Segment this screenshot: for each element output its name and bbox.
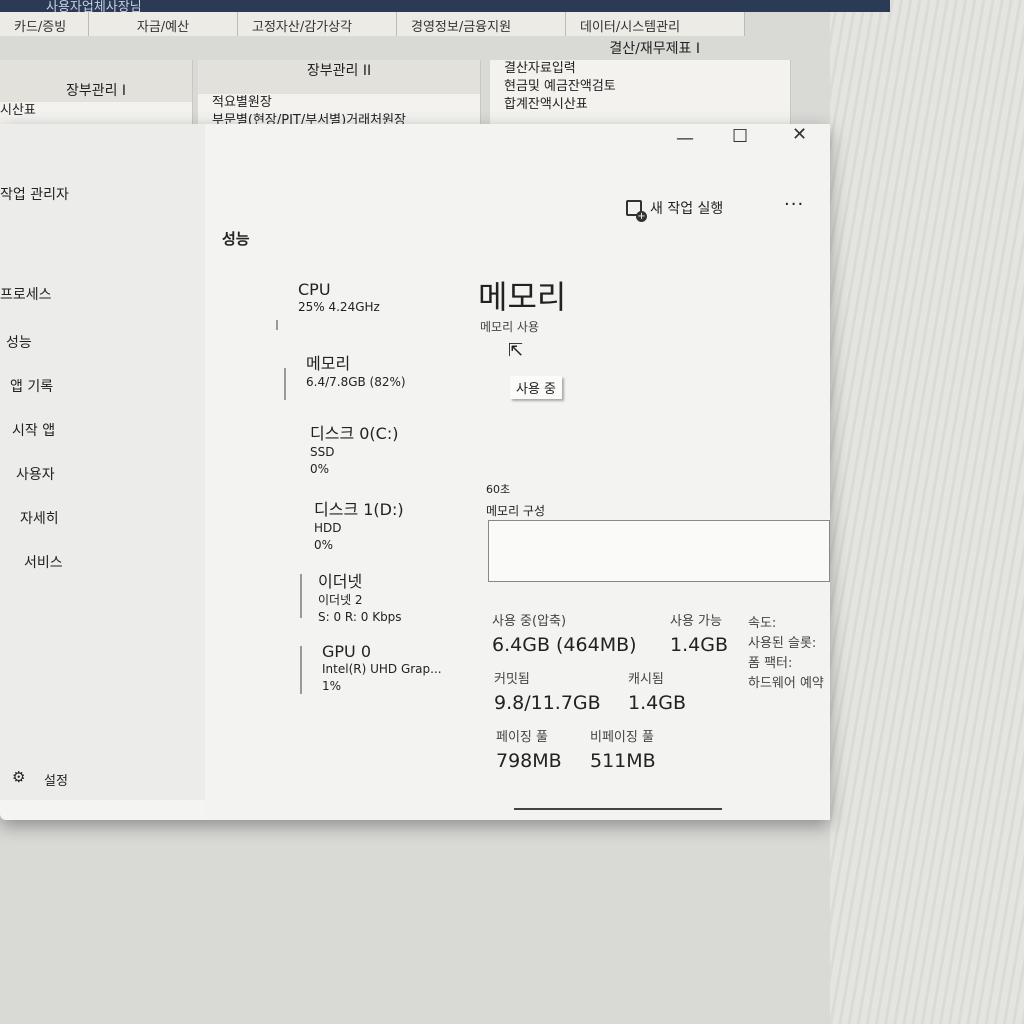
cpu-sparkline: [276, 320, 278, 330]
nav-app-history[interactable]: 앱 기록: [10, 376, 53, 396]
paged-pool-label: 페이징 풀: [496, 730, 548, 745]
bg-menu-tabs: 카드/증빙 자금/예산 고정자산/감가상각 경영정보/금융지원 데이터/시스템관…: [0, 12, 830, 36]
resource-name: 디스크 1(D:): [314, 500, 404, 519]
graph-time-label: 60초: [486, 483, 511, 496]
resource-disk-d[interactable]: 디스크 1(D:) HDD 0%: [314, 496, 404, 554]
nonpaged-pool-label: 비페이징 풀: [590, 730, 654, 745]
run-new-task-button[interactable]: 새 작업 실행: [626, 198, 724, 222]
resource-name: GPU 0: [322, 642, 372, 661]
section-title: 성능: [222, 230, 250, 248]
horizontal-scrollbar[interactable]: [514, 808, 722, 810]
hardware-reserved-label: 하드웨어 예약: [748, 676, 824, 691]
resource-detail: 6.4/7.8GB (82%): [306, 375, 406, 389]
gpu-sparkline: [300, 646, 302, 694]
available-value: 1.4GB: [670, 634, 728, 656]
memory-composition-label: 메모리 구성: [486, 504, 546, 518]
bg-panels: 장부관리 I 시산표 장부관리 II 적요별원장 부문별(현장/PJT/부서별)…: [0, 41, 830, 130]
bg-tab-fund[interactable]: 자금/예산: [89, 12, 238, 36]
memory-composition-bar: [488, 520, 830, 582]
resource-detail: SSD: [310, 445, 335, 459]
bg-tab-asset[interactable]: 고정자산/감가상각: [238, 12, 397, 36]
bg-panel-item[interactable]: 결산자료입력: [490, 60, 790, 78]
maximize-button[interactable]: ☐: [732, 126, 748, 147]
bg-panel-header: 결산/재무제표 I: [609, 41, 700, 57]
bg-panel-closing: 결산/재무제표 I 결산자료입력 현금및 예금잔액검토 합계잔액시산표: [490, 41, 791, 130]
nav-users[interactable]: 사용자: [16, 464, 55, 484]
nav-services[interactable]: 서비스: [24, 552, 63, 572]
nav-performance[interactable]: 성능: [6, 332, 32, 352]
close-button[interactable]: ✕: [792, 124, 807, 145]
committed-value: 9.8/11.7GB: [494, 692, 601, 714]
paged-pool-value: 798MB: [496, 750, 562, 772]
resource-name: 디스크 0(C:): [310, 424, 399, 443]
ethernet-sparkline: [300, 574, 302, 618]
monitor-moire-area: [830, 0, 1024, 1024]
bg-panel-item[interactable]: 현금및 예금잔액검토: [490, 78, 790, 96]
more-options-icon[interactable]: ···: [784, 194, 804, 215]
resource-cpu[interactable]: CPU 25% 4.24GHz: [298, 280, 380, 316]
resource-gpu[interactable]: GPU 0 Intel(R) UHD Grap... 1%: [322, 642, 442, 695]
resource-name: 메모리: [306, 354, 351, 373]
mouse-cursor-icon: ⇱: [508, 340, 524, 361]
memory-usage-label: 메모리 사용: [480, 320, 540, 334]
memory-heading: 메모리: [478, 278, 567, 316]
bg-panel-ledger2: 장부관리 II 적요별원장 부문별(현장/PJT/부서별)거래처원장: [198, 60, 481, 130]
nonpaged-pool-value: 511MB: [590, 750, 656, 772]
performance-content: [205, 124, 830, 820]
resource-usage: 0%: [314, 538, 334, 552]
resource-name: 이더넷: [318, 572, 363, 591]
settings-link[interactable]: 설정: [44, 770, 68, 789]
bg-tab-card[interactable]: 카드/증빙: [0, 12, 89, 36]
bg-title-bar: 사용자업체사장님: [0, 0, 890, 15]
gear-icon[interactable]: ⚙: [12, 768, 25, 786]
nav-startup-apps[interactable]: 시작 앱: [12, 420, 55, 440]
resource-detail: Intel(R) UHD Grap...: [322, 662, 442, 676]
task-manager-window: 작업 관리자 프로세스 성능 앱 기록 시작 앱 사용자 자세히 서비스 ⚙ 설…: [0, 124, 830, 820]
committed-label: 커밋됨: [494, 672, 530, 687]
app-title: 작업 관리자: [0, 187, 69, 203]
resource-name: CPU: [298, 280, 331, 299]
bg-panel-header: 장부관리 II: [198, 60, 480, 94]
bg-tab-mgmt[interactable]: 경영정보/금융지원: [397, 12, 566, 36]
speed-label: 속도:: [748, 616, 777, 631]
run-new-task-label: 새 작업 실행: [650, 201, 724, 217]
form-factor-label: 폼 팩터:: [748, 656, 793, 671]
bg-panel-item[interactable]: 합계잔액시산표: [490, 96, 790, 114]
cached-label: 캐시됨: [628, 672, 664, 687]
bg-panel-ledger1: 장부관리 I 시산표: [0, 60, 193, 130]
minimize-button[interactable]: —: [676, 128, 694, 149]
slots-label: 사용된 슬롯:: [748, 636, 817, 651]
resource-throughput: S: 0 R: 0 Kbps: [318, 610, 402, 624]
in-use-value: 6.4GB (464MB): [492, 634, 637, 656]
resource-usage: 1%: [322, 679, 342, 693]
resource-usage: 0%: [310, 462, 330, 476]
bg-panel-header: 장부관리 I: [0, 60, 192, 102]
bg-panel-item[interactable]: 적요별원장: [198, 94, 480, 112]
resource-detail: 25% 4.24GHz: [298, 300, 380, 314]
nav-details[interactable]: 자세히: [20, 508, 59, 528]
available-label: 사용 가능: [670, 614, 722, 629]
resource-detail: 이더넷 2: [318, 593, 363, 607]
resource-detail: HDD: [314, 521, 342, 535]
nav-processes[interactable]: 프로세스: [0, 284, 52, 304]
in-use-label: 사용 중(압축): [492, 614, 567, 629]
new-task-icon: [626, 200, 647, 222]
resource-disk-c[interactable]: 디스크 0(C:) SSD 0%: [310, 420, 398, 478]
bg-tab-data[interactable]: 데이터/시스템관리: [566, 12, 745, 36]
resource-ethernet[interactable]: 이더넷 이더넷 2 S: 0 R: 0 Kbps: [318, 568, 402, 626]
nav-pane: 작업 관리자 프로세스 성능 앱 기록 시작 앱 사용자 자세히 서비스 ⚙ 설…: [0, 124, 205, 800]
cached-value: 1.4GB: [628, 692, 686, 714]
in-use-tooltip: 사용 중: [510, 376, 563, 399]
memory-sparkline: [284, 368, 286, 400]
bg-panel-item[interactable]: 시산표: [0, 102, 192, 120]
resource-memory[interactable]: 메모리 6.4/7.8GB (82%): [306, 350, 406, 391]
